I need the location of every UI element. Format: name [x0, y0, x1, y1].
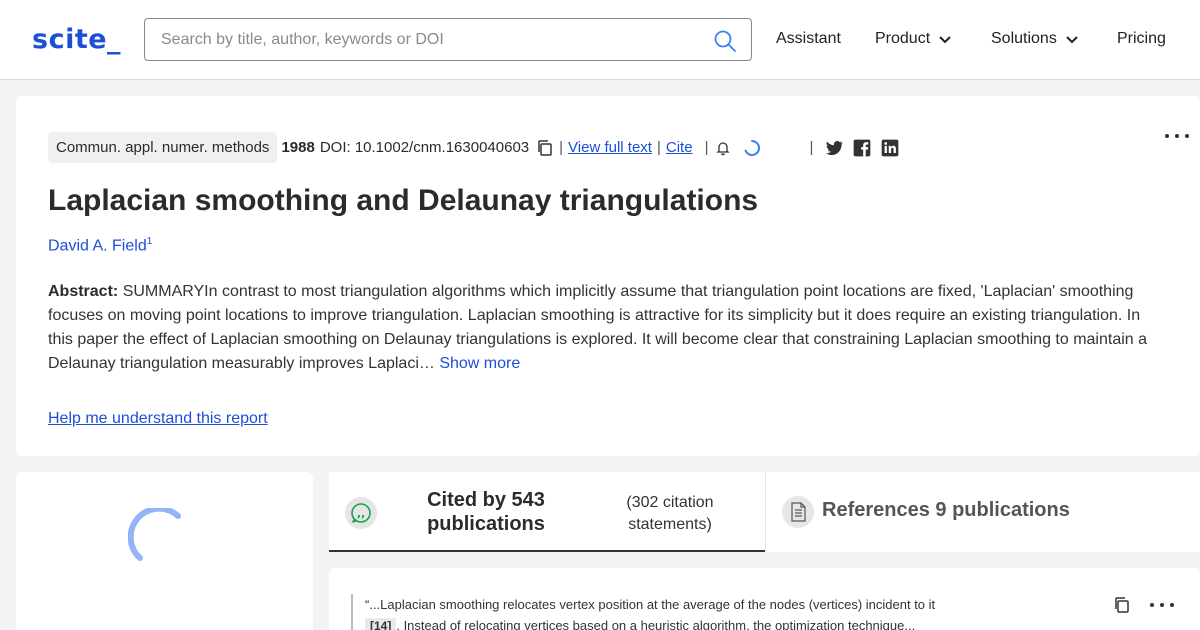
nav-assistant-label: Assistant — [776, 30, 841, 47]
bell-icon[interactable] — [715, 140, 731, 156]
publication-year: 1988 — [281, 139, 315, 156]
abstract-text: SUMMARYIn contrast to most triangulation… — [48, 283, 1148, 372]
nav-assistant[interactable]: Assistant — [776, 30, 841, 48]
author-link[interactable]: David A. Field1 — [48, 236, 152, 255]
citation-quote: “...Laplacian smoothing relocates vertex… — [351, 594, 1011, 630]
nav-solutions[interactable]: Solutions — [991, 30, 1079, 48]
search-box[interactable] — [144, 18, 752, 61]
copy-icon[interactable] — [1113, 596, 1131, 614]
top-header: scite_ Assistant Product Solutions Prici… — [0, 0, 1200, 80]
chevron-down-icon — [939, 36, 951, 44]
side-panel — [16, 472, 313, 630]
separator: | — [656, 139, 661, 156]
more-options-icon[interactable] — [1162, 126, 1192, 146]
quote-text: “...Laplacian smoothing relocates vertex… — [365, 597, 936, 612]
doi-text: DOI: 10.1002/cnm.1630040603 — [319, 139, 530, 156]
separator: | — [809, 139, 814, 156]
tab-cited-by[interactable]: ,, Cited by 543 publications (302 citati… — [329, 472, 765, 552]
cite-link[interactable]: Cite — [666, 139, 693, 156]
separator: | — [559, 139, 564, 156]
document-icon — [782, 496, 814, 528]
facebook-icon[interactable] — [852, 138, 872, 158]
svg-text:,,: ,, — [357, 507, 365, 520]
quote-text-continued: . Instead of relocating vertices based o… — [396, 618, 916, 630]
references-count: References 9 publications — [822, 499, 1070, 521]
author-name: David A. Field — [48, 237, 147, 255]
citation-tabs: ,, Cited by 543 publications (302 citati… — [329, 472, 1200, 552]
more-options-icon[interactable] — [1147, 598, 1177, 612]
tab-references[interactable]: References 9 publications — [765, 472, 1200, 552]
twitter-icon[interactable] — [824, 138, 844, 158]
help-understand-link[interactable]: Help me understand this report — [48, 410, 268, 428]
loading-spinner-icon — [744, 139, 761, 156]
scite-logo[interactable]: scite_ — [32, 24, 121, 55]
paper-meta-row: Commun. appl. numer. methods 1988 DOI: 1… — [48, 132, 900, 163]
paper-card: Commun. appl. numer. methods 1988 DOI: 1… — [16, 96, 1200, 456]
search-icon[interactable] — [713, 29, 737, 53]
show-more-link[interactable]: Show more — [439, 355, 520, 372]
journal-badge[interactable]: Commun. appl. numer. methods — [48, 132, 278, 163]
social-share — [824, 138, 900, 158]
paper-title: Laplacian smoothing and Delaunay triangu… — [48, 184, 759, 217]
copy-icon[interactable] — [536, 139, 554, 157]
abstract: Abstract: SUMMARYIn contrast to most tri… — [48, 280, 1168, 376]
nav-pricing-label: Pricing — [1117, 30, 1166, 47]
nav-solutions-label: Solutions — [991, 30, 1057, 47]
citation-statements-count: (302 citation statements) — [626, 494, 714, 533]
linkedin-icon[interactable] — [880, 138, 900, 158]
separator: | — [704, 139, 709, 156]
reference-tag[interactable]: [14] — [365, 618, 397, 630]
author-affiliation-marker: 1 — [146, 236, 153, 247]
nav-product-label: Product — [875, 30, 931, 47]
abstract-label: Abstract: — [48, 283, 119, 300]
view-full-text-link[interactable]: View full text — [568, 139, 652, 156]
nav-pricing[interactable]: Pricing — [1117, 30, 1166, 48]
cited-by-count: Cited by 543 publications — [427, 489, 545, 535]
chevron-down-icon — [1066, 36, 1078, 44]
citation-statement-card: “...Laplacian smoothing relocates vertex… — [329, 568, 1200, 630]
search-input[interactable] — [161, 29, 701, 51]
loading-spinner-icon — [128, 508, 181, 561]
speech-bubble-quote-icon: ,, — [345, 497, 377, 529]
nav-product[interactable]: Product — [875, 30, 952, 48]
